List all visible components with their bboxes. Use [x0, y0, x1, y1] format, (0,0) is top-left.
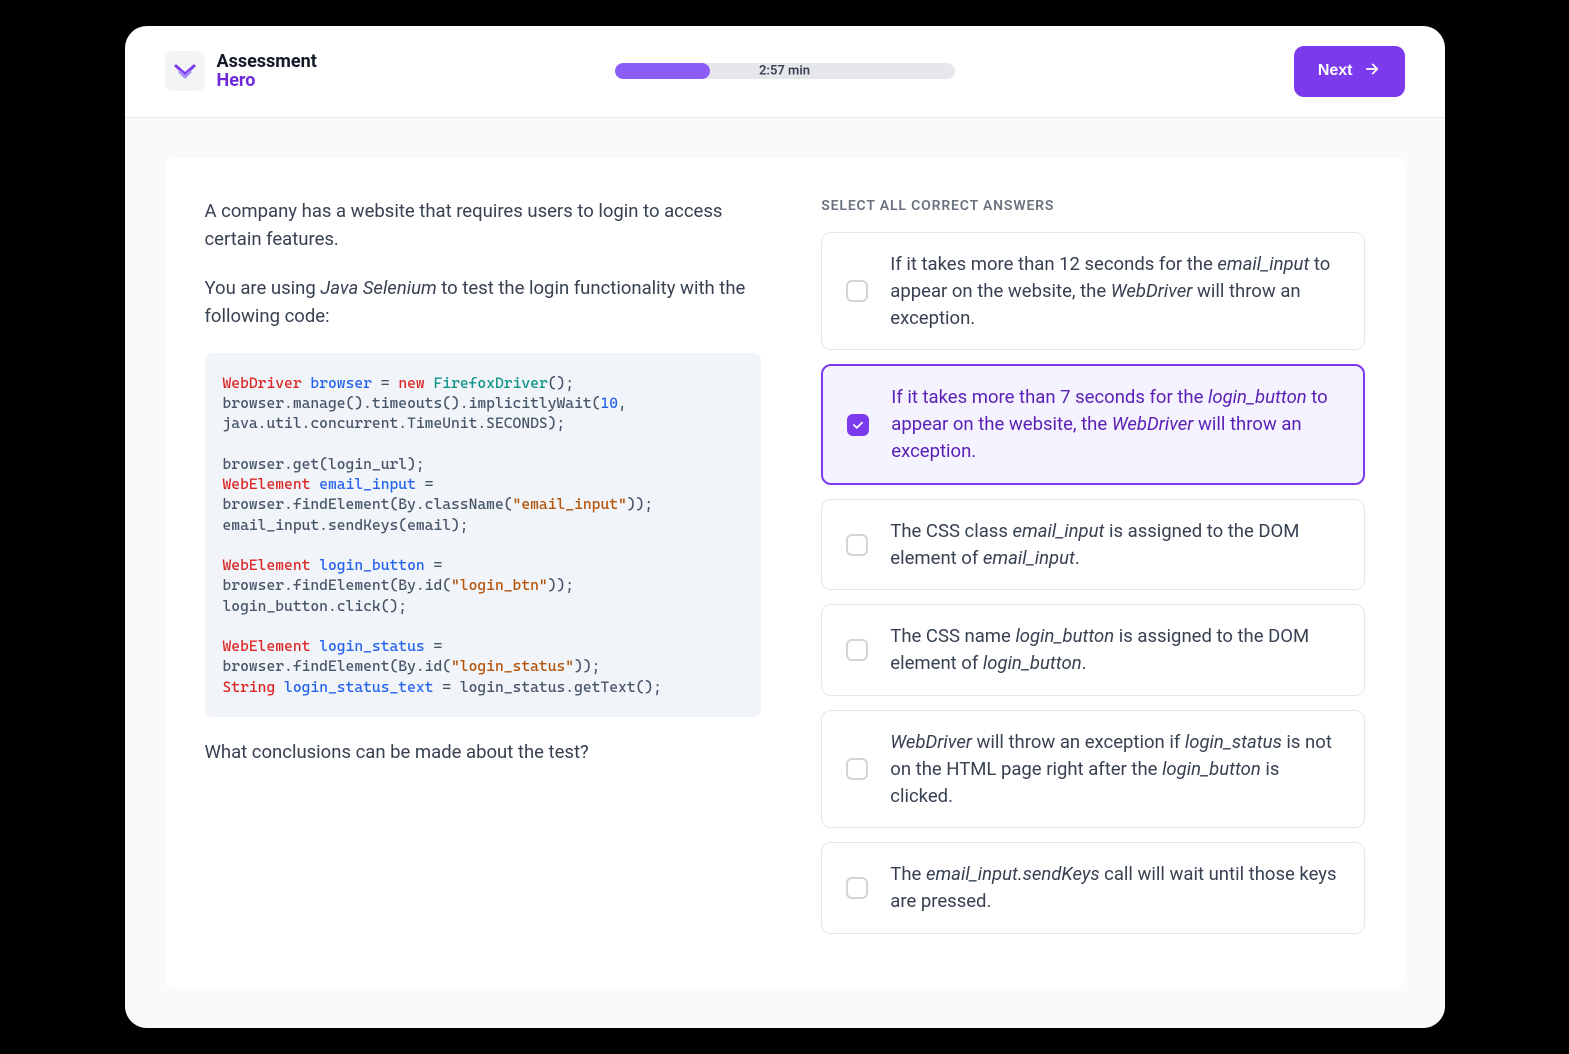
- checkbox-icon: [846, 877, 868, 899]
- app-window: Assessment Hero 2:57 min Next A company …: [125, 26, 1445, 1028]
- logo-text: Assessment Hero: [217, 52, 317, 92]
- answer-option-text: If it takes more than 12 seconds for the…: [890, 251, 1339, 331]
- timer-label: 2:57 min: [759, 64, 810, 79]
- checkbox-icon: [846, 758, 868, 780]
- answer-option-text: The email_input.sendKeys call will wait …: [890, 861, 1339, 915]
- answer-option-2[interactable]: The CSS class email_input is assigned to…: [821, 499, 1364, 591]
- logo: Assessment Hero: [165, 51, 317, 91]
- checkbox-icon: [846, 280, 868, 302]
- progress-fill: [615, 63, 710, 79]
- question-card: A company has a website that requires us…: [165, 158, 1405, 988]
- brand-line1: Assessment: [217, 52, 317, 72]
- question-paragraph-2: You are using Java Selenium to test the …: [205, 275, 762, 331]
- answers-heading: SELECT ALL CORRECT ANSWERS: [821, 198, 1364, 214]
- next-button[interactable]: Next: [1294, 46, 1405, 97]
- answer-option-1[interactable]: If it takes more than 7 seconds for the …: [821, 364, 1364, 484]
- answer-option-3[interactable]: The CSS name login_button is assigned to…: [821, 604, 1364, 696]
- question-column: A company has a website that requires us…: [205, 198, 762, 948]
- checkbox-icon: [846, 534, 868, 556]
- answer-option-text: If it takes more than 7 seconds for the …: [891, 384, 1338, 464]
- header: Assessment Hero 2:57 min Next: [125, 26, 1445, 118]
- content: A company has a website that requires us…: [125, 118, 1445, 1028]
- checkbox-icon: [846, 639, 868, 661]
- answers-list: If it takes more than 12 seconds for the…: [821, 232, 1364, 934]
- answer-option-4[interactable]: WebDriver will throw an exception if log…: [821, 710, 1364, 828]
- answer-option-text: WebDriver will throw an exception if log…: [890, 729, 1339, 809]
- question-paragraph-1: A company has a website that requires us…: [205, 198, 762, 254]
- arrow-right-icon: [1363, 60, 1381, 83]
- answers-column: SELECT ALL CORRECT ANSWERS If it takes m…: [821, 198, 1364, 948]
- code-block: WebDriver browser = new FirefoxDriver();…: [205, 353, 762, 717]
- logo-icon: [165, 51, 205, 91]
- answer-option-text: The CSS name login_button is assigned to…: [890, 623, 1339, 677]
- checkbox-icon: [847, 414, 869, 436]
- next-button-label: Next: [1318, 62, 1353, 80]
- answer-option-0[interactable]: If it takes more than 12 seconds for the…: [821, 232, 1364, 350]
- answer-option-text: The CSS class email_input is assigned to…: [890, 518, 1339, 572]
- brand-line2: Hero: [217, 71, 317, 91]
- answer-option-5[interactable]: The email_input.sendKeys call will wait …: [821, 842, 1364, 934]
- question-paragraph-3: What conclusions can be made about the t…: [205, 739, 762, 767]
- progress-bar: 2:57 min: [615, 63, 955, 79]
- progress: 2:57 min: [615, 63, 955, 79]
